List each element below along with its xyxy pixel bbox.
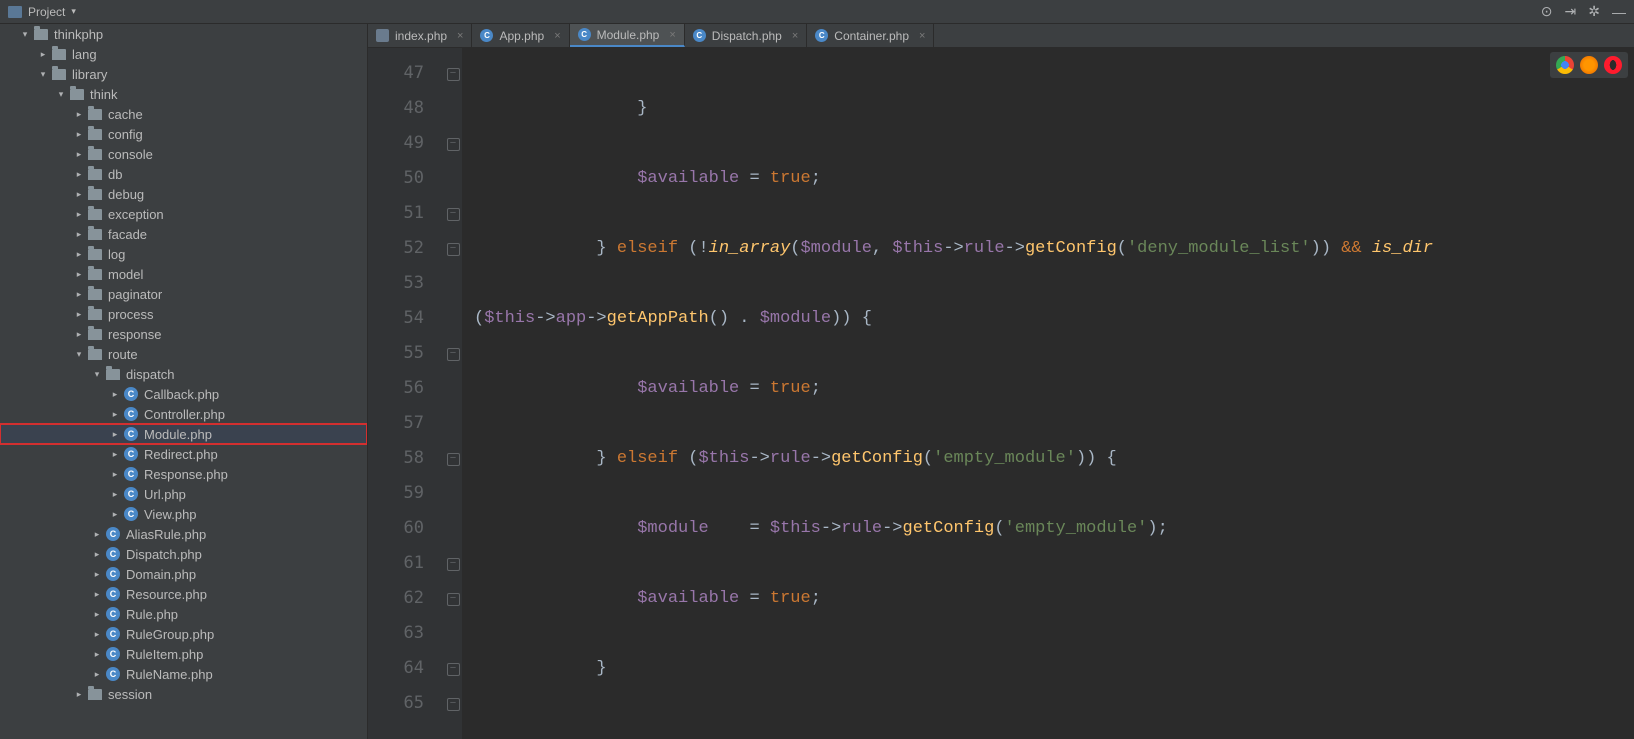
tree-folder[interactable]: route bbox=[0, 344, 367, 364]
chevron-down-icon[interactable]: ▾ bbox=[71, 6, 76, 17]
tree-file-module[interactable]: Module.php bbox=[0, 424, 367, 444]
file-icon bbox=[480, 29, 493, 42]
tree-folder[interactable]: response bbox=[0, 324, 367, 344]
tree-folder[interactable]: model bbox=[0, 264, 367, 284]
collapse-icon[interactable]: ⇥ bbox=[1565, 3, 1577, 20]
close-icon[interactable]: × bbox=[919, 30, 925, 42]
tree-file[interactable]: View.php bbox=[0, 504, 367, 524]
editor-tab[interactable]: Container.php× bbox=[807, 24, 934, 47]
tree-folder[interactable]: facade bbox=[0, 224, 367, 244]
file-icon bbox=[578, 28, 591, 41]
tree-file[interactable]: Redirect.php bbox=[0, 444, 367, 464]
tree-file[interactable]: Resource.php bbox=[0, 584, 367, 604]
tree-folder[interactable]: library bbox=[0, 64, 367, 84]
file-icon bbox=[815, 29, 828, 42]
editor-tab[interactable]: App.php× bbox=[472, 24, 569, 47]
close-icon[interactable]: × bbox=[669, 29, 675, 41]
main-area: thinkphp lang library think cacheconfigc… bbox=[0, 24, 1634, 739]
close-icon[interactable]: × bbox=[457, 30, 463, 42]
tree-file[interactable]: Url.php bbox=[0, 484, 367, 504]
editor-area: index.php×App.php×Module.php×Dispatch.ph… bbox=[368, 24, 1634, 739]
tree-folder[interactable]: cache bbox=[0, 104, 367, 124]
project-label[interactable]: Project bbox=[28, 5, 65, 19]
project-icon bbox=[8, 6, 22, 18]
close-icon[interactable]: × bbox=[792, 30, 798, 42]
gear-icon[interactable]: ✲ bbox=[1588, 3, 1600, 20]
tree-folder[interactable]: lang bbox=[0, 44, 367, 64]
editor-tabs: index.php×App.php×Module.php×Dispatch.ph… bbox=[368, 24, 1634, 48]
line-gutter: 47484950515253545556575859606162636465 bbox=[368, 48, 444, 739]
tree-folder[interactable]: console bbox=[0, 144, 367, 164]
tree-file[interactable]: AliasRule.php bbox=[0, 524, 367, 544]
tree-file[interactable]: Rule.php bbox=[0, 604, 367, 624]
tree-folder[interactable]: paginator bbox=[0, 284, 367, 304]
tree-folder[interactable]: exception bbox=[0, 204, 367, 224]
tree-folder-dispatch[interactable]: dispatch bbox=[0, 364, 367, 384]
tree-folder[interactable]: thinkphp bbox=[0, 24, 367, 44]
target-icon[interactable]: ⊙ bbox=[1541, 3, 1553, 20]
tree-folder[interactable]: debug bbox=[0, 184, 367, 204]
file-icon bbox=[376, 29, 389, 42]
tree-file[interactable]: RuleGroup.php bbox=[0, 624, 367, 644]
tree-folder[interactable]: process bbox=[0, 304, 367, 324]
tree-file[interactable]: Controller.php bbox=[0, 404, 367, 424]
tree-file[interactable]: Callback.php bbox=[0, 384, 367, 404]
tree-folder[interactable]: config bbox=[0, 124, 367, 144]
tree-file[interactable]: Domain.php bbox=[0, 564, 367, 584]
tree-folder[interactable]: db bbox=[0, 164, 367, 184]
project-tree[interactable]: thinkphp lang library think cacheconfigc… bbox=[0, 24, 368, 739]
close-icon[interactable]: × bbox=[554, 30, 560, 42]
tree-folder[interactable]: log bbox=[0, 244, 367, 264]
tree-folder[interactable]: session bbox=[0, 684, 367, 704]
editor-tab[interactable]: index.php× bbox=[368, 24, 472, 47]
tree-file[interactable]: RuleItem.php bbox=[0, 644, 367, 664]
tree-file[interactable]: RuleName.php bbox=[0, 664, 367, 684]
tree-file[interactable]: Response.php bbox=[0, 464, 367, 484]
file-icon bbox=[693, 29, 706, 42]
tree-file[interactable]: Dispatch.php bbox=[0, 544, 367, 564]
tree-folder[interactable]: think bbox=[0, 84, 367, 104]
editor-tab[interactable]: Dispatch.php× bbox=[685, 24, 807, 47]
fold-column[interactable] bbox=[444, 48, 462, 739]
editor-tab[interactable]: Module.php× bbox=[570, 24, 685, 47]
editor-body[interactable]: 47484950515253545556575859606162636465 }… bbox=[368, 48, 1634, 739]
hide-icon[interactable]: — bbox=[1612, 4, 1626, 20]
code-content[interactable]: } $available = true; } elseif (!in_array… bbox=[462, 48, 1634, 739]
top-toolbar: Project ▾ ⊙ ⇥ ✲ — bbox=[0, 0, 1634, 24]
